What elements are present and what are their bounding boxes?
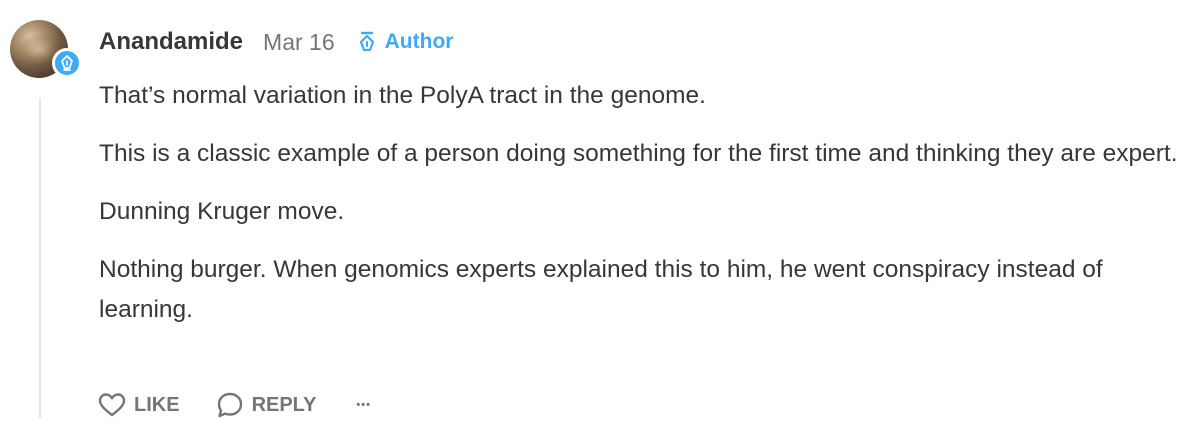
pen-nib-icon: [359, 31, 375, 53]
comment-date[interactable]: Mar 16: [263, 29, 335, 56]
username[interactable]: Anandamide: [99, 28, 243, 56]
author-tag-label: Author: [384, 30, 454, 53]
ellipsis-icon: •••: [356, 399, 371, 411]
comment-paragraph: That’s normal variation in the PolyA tra…: [99, 82, 706, 109]
like-label: LIKE: [134, 393, 180, 416]
more-options-button[interactable]: •••: [356, 399, 371, 411]
reply-label: REPLY: [251, 393, 317, 416]
comment: Anandamide Mar 16 Author That’s normal v…: [0, 0, 1200, 442]
comment-body: That’s normal variation in the PolyA tra…: [99, 76, 1179, 348]
comment-paragraph: Nothing burger. When genomics experts ex…: [99, 256, 1103, 323]
comment-paragraph: Dunning Kruger move.: [99, 198, 345, 225]
author-badge: [52, 48, 82, 78]
pen-nib-icon: [61, 55, 73, 71]
heart-icon: [98, 392, 126, 418]
speech-bubble-icon: [216, 391, 244, 419]
author-tag: Author: [359, 30, 454, 54]
comment-header: Anandamide Mar 16 Author: [99, 24, 453, 60]
like-button[interactable]: LIKE: [98, 392, 180, 418]
reply-button[interactable]: REPLY: [216, 391, 317, 419]
comment-actions: LIKE REPLY •••: [98, 388, 371, 422]
thread-line: [39, 98, 41, 418]
comment-paragraph: This is a classic example of a person do…: [99, 140, 1178, 167]
avatar-group[interactable]: [10, 20, 82, 80]
